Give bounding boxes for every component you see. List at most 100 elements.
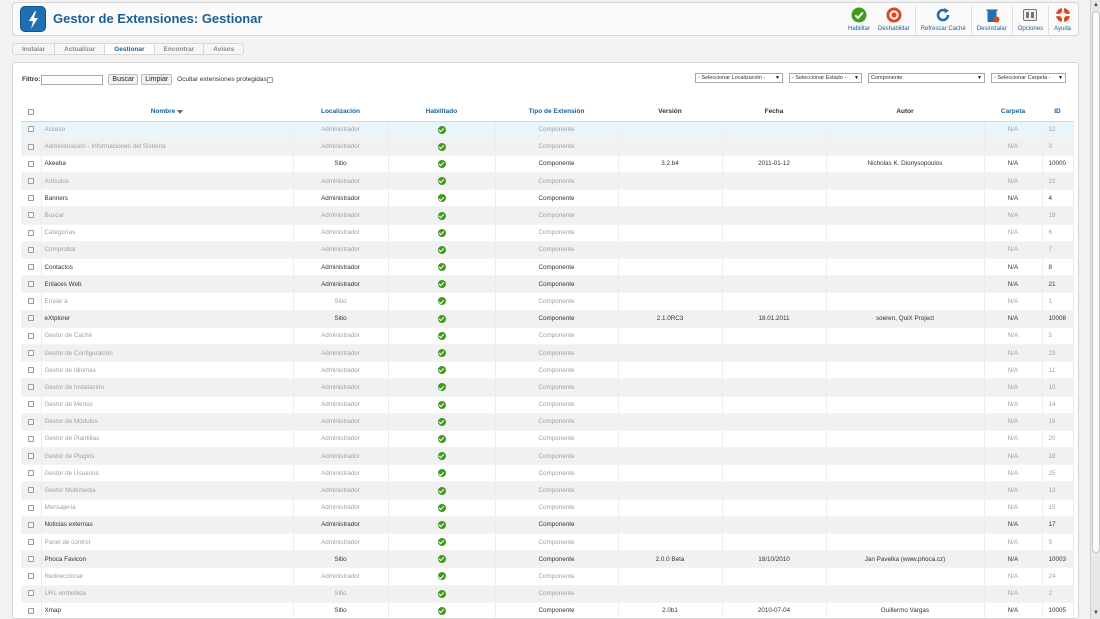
enabled-check-icon[interactable]	[437, 297, 446, 306]
location-select[interactable]: - Seleccionar Localización - ▼	[695, 73, 783, 83]
table-row[interactable]: Gestor de Plugins Administrador Componente…	[21, 447, 1074, 466]
table-row[interactable]: Mensajería Administrador Componente N/A 15	[21, 499, 1074, 517]
row-checkbox[interactable]	[27, 521, 34, 528]
table-row[interactable]: Gestor de Caché Administrador Componente N/…	[21, 327, 1074, 345]
row-checkbox[interactable]	[27, 315, 34, 322]
table-row[interactable]: Gestor de Usuarios Administrador Component…	[21, 464, 1074, 483]
options-button[interactable]: Opciones	[1014, 5, 1047, 35]
table-row[interactable]: Contactos Administrador Componente N/A 8	[21, 258, 1074, 277]
row-checkbox[interactable]	[27, 332, 34, 339]
table-row[interactable]: URL embebida Sitio Componente N/A 2	[21, 585, 1074, 603]
enabled-check-icon[interactable]	[437, 263, 446, 272]
enabled-check-icon[interactable]	[437, 177, 446, 186]
row-checkbox[interactable]	[27, 504, 34, 511]
table-row[interactable]: Gestor de Módulos Administrador Componente…	[21, 413, 1074, 431]
table-row[interactable]: Xmap Sitio Componente 2.0b1 2010-07-04 Guille…	[21, 602, 1074, 618]
row-checkbox[interactable]	[27, 126, 34, 133]
table-row[interactable]: Categorías Administrador Componente N/A 6	[21, 224, 1074, 242]
clear-button[interactable]: Limpiar	[141, 74, 173, 85]
row-checkbox[interactable]	[27, 435, 34, 442]
row-checkbox[interactable]	[27, 212, 34, 219]
row-checkbox[interactable]	[27, 195, 34, 202]
tab-discover[interactable]: Encontrar	[154, 43, 205, 55]
tab-install[interactable]: Instalar	[12, 43, 56, 55]
tab-manage[interactable]: Gestionar	[105, 43, 155, 55]
scroll-down-arrow-icon[interactable]: ▼	[1092, 609, 1100, 618]
row-checkbox[interactable]	[27, 367, 34, 374]
table-row[interactable]: Buscar Administrador Componente N/A 19	[21, 206, 1074, 225]
row-checkbox[interactable]	[27, 298, 34, 305]
row-checkbox[interactable]	[27, 418, 34, 425]
enabled-column-header[interactable]: Habilitado	[388, 103, 495, 122]
table-row[interactable]: Artículos Administrador Componente N/A 22	[21, 172, 1074, 191]
enabled-check-icon[interactable]	[437, 194, 446, 203]
table-row[interactable]: Gestor de Idiomas Administrador Componente…	[21, 361, 1074, 380]
name-column-header[interactable]: Nombre	[41, 103, 293, 122]
table-row[interactable]: Comprobar Administrador Componente N/A 7	[21, 241, 1074, 260]
row-checkbox[interactable]	[27, 229, 34, 236]
table-row[interactable]: Redireccionar Administrador Componente N/A 2…	[21, 567, 1074, 586]
enabled-check-icon[interactable]	[437, 159, 446, 168]
search-button[interactable]: Buscar	[108, 74, 139, 85]
row-checkbox[interactable]	[27, 281, 34, 288]
table-row[interactable]: Acceso Administrador Componente N/A 12	[21, 121, 1074, 139]
enabled-check-icon[interactable]	[437, 349, 446, 358]
enabled-check-icon[interactable]	[437, 589, 446, 598]
table-row[interactable]: Enlaces Web Administrador Componente N/A 21	[21, 275, 1074, 294]
enabled-check-icon[interactable]	[437, 503, 446, 512]
row-checkbox[interactable]	[27, 556, 34, 563]
enabled-check-icon[interactable]	[437, 314, 446, 323]
row-checkbox[interactable]	[27, 401, 34, 408]
table-row[interactable]: Panel de control Administrador Componente N…	[21, 533, 1074, 552]
table-row[interactable]: Akeeba Sitio Componente 3.2.b4 2011-01-12 Nic…	[21, 155, 1074, 174]
row-checkbox[interactable]	[27, 590, 34, 597]
enabled-check-icon[interactable]	[437, 538, 446, 547]
enabled-check-icon[interactable]	[437, 366, 446, 375]
scroll-up-arrow-icon[interactable]: ▲	[1092, 1, 1100, 10]
row-checkbox[interactable]	[27, 470, 34, 477]
table-row[interactable]: Banners Administrador Componente N/A 4	[21, 189, 1074, 208]
row-checkbox[interactable]	[27, 452, 34, 459]
row-checkbox[interactable]	[27, 573, 34, 580]
table-row[interactable]: Gestor de Plantillas Administrador Compone…	[21, 430, 1074, 449]
table-row[interactable]: Gestor de Menús Administrador Componente N/…	[21, 396, 1074, 414]
enabled-check-icon[interactable]	[437, 520, 446, 529]
table-row[interactable]: Enviar a Sitio Componente N/A 1	[21, 292, 1074, 311]
disable-button[interactable]: Deshabilitar	[874, 5, 914, 35]
row-checkbox[interactable]	[27, 349, 34, 356]
enabled-check-icon[interactable]	[437, 606, 446, 615]
tab-update[interactable]: Actualizar	[55, 43, 106, 55]
vertical-scrollbar[interactable]: ▲ ▼	[1090, 0, 1100, 619]
enabled-check-icon[interactable]	[437, 125, 446, 134]
table-row[interactable]: Noticias externas Administrador Componente…	[21, 516, 1074, 535]
enabled-check-icon[interactable]	[437, 452, 446, 461]
table-row[interactable]: Phoca Favicon Sitio Componente 2.0.0 Beta 18…	[21, 550, 1074, 569]
filter-search-input[interactable]	[41, 74, 104, 85]
select-all-checkbox[interactable]	[28, 108, 34, 115]
tab-warnings[interactable]: Avisos	[204, 43, 245, 55]
enabled-check-icon[interactable]	[437, 228, 446, 237]
folder-select[interactable]: - Seleccionar Carpeta - ▼	[991, 73, 1066, 83]
refresh-cache-button[interactable]: Refrescar Caché	[917, 5, 970, 35]
scrollbar-thumb[interactable]	[1092, 11, 1100, 553]
enabled-check-icon[interactable]	[437, 469, 446, 478]
table-row[interactable]: Gestor de Instalación Administrador Compon…	[21, 378, 1074, 397]
enabled-check-icon[interactable]	[437, 331, 446, 340]
enabled-check-icon[interactable]	[437, 555, 446, 564]
enable-button[interactable]: Habilitar	[844, 5, 874, 35]
row-checkbox[interactable]	[27, 384, 34, 391]
row-checkbox[interactable]	[27, 538, 34, 545]
enabled-check-icon[interactable]	[437, 434, 446, 443]
enabled-check-icon[interactable]	[437, 211, 446, 220]
table-row[interactable]: Administración - Informaciones del Siste…	[21, 138, 1074, 156]
row-checkbox[interactable]	[27, 143, 34, 150]
row-checkbox[interactable]	[27, 487, 34, 494]
uninstall-button[interactable]: Desinstalar	[973, 5, 1011, 35]
table-row[interactable]: eXtplorer Sitio Componente 2.1.0RC3 18.01.20…	[21, 310, 1074, 328]
enabled-check-icon[interactable]	[437, 400, 446, 409]
help-button[interactable]: Ayuda	[1050, 5, 1075, 35]
enabled-check-icon[interactable]	[437, 383, 446, 392]
row-checkbox[interactable]	[27, 160, 34, 167]
enabled-check-icon[interactable]	[437, 572, 446, 581]
row-checkbox[interactable]	[27, 246, 34, 253]
